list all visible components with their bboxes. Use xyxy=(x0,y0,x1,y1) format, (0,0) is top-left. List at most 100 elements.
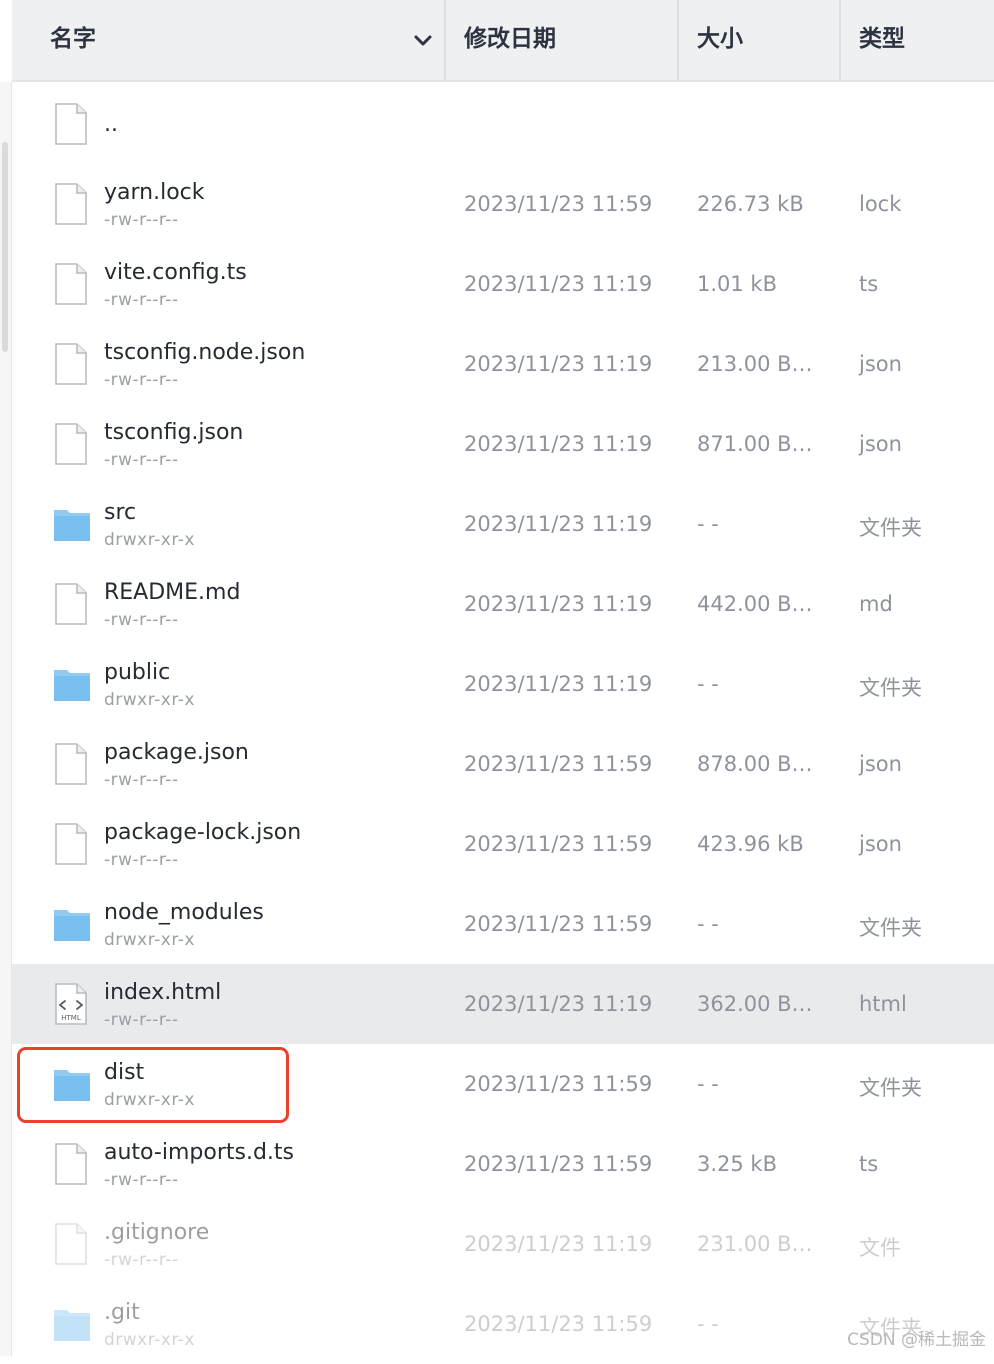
file-size: 878.00 B… xyxy=(697,752,813,776)
file-icon xyxy=(53,1142,89,1186)
file-modified-date: 2023/11/23 11:19 xyxy=(464,512,653,536)
file-modified-date: 2023/11/23 11:59 xyxy=(464,752,653,776)
column-header-date[interactable]: 修改日期 xyxy=(446,0,679,80)
file-name: .. xyxy=(104,112,118,137)
file-size: - - xyxy=(697,912,719,936)
file-type: json xyxy=(859,352,902,376)
column-header-size[interactable]: 大小 xyxy=(679,0,841,80)
file-name: package.json xyxy=(104,740,249,765)
file-row[interactable]: package.json -rw-r--r-- 2023/11/23 11:59 87… xyxy=(12,724,994,804)
file-row[interactable]: tsconfig.node.json -rw-r--r-- 2023/11/23 1… xyxy=(12,324,994,404)
file-modified-date: 2023/11/23 11:59 xyxy=(464,192,653,216)
file-name: src xyxy=(104,500,137,525)
file-type: ts xyxy=(859,1152,879,1176)
file-icon xyxy=(53,342,89,386)
file-row[interactable]: vite.config.ts -rw-r--r-- 2023/11/23 11:19… xyxy=(12,244,994,324)
file-row[interactable]: HTML index.html -rw-r--r-- 2023/11/23 11:19… xyxy=(12,964,994,1044)
watermark: CSDN @稀土掘金 xyxy=(847,1330,986,1350)
file-name: .git xyxy=(104,1300,140,1325)
column-header-type[interactable]: 类型 xyxy=(841,0,994,80)
column-header-name[interactable]: 名字 xyxy=(50,0,446,80)
file-row[interactable]: README.md -rw-r--r-- 2023/11/23 11:19 442.0… xyxy=(12,564,994,644)
file-modified-date: 2023/11/23 11:59 xyxy=(464,1152,653,1176)
file-permissions: -rw-r--r-- xyxy=(104,290,179,310)
file-type: json xyxy=(859,432,902,456)
html-icon-label: HTML xyxy=(61,1014,81,1022)
file-name: index.html xyxy=(104,980,222,1005)
scrollbar-thumb[interactable] xyxy=(2,142,8,352)
file-size: 423.96 kB xyxy=(697,832,804,856)
file-modified-date: 2023/11/23 11:19 xyxy=(464,672,653,696)
file-type: json xyxy=(859,832,902,856)
file-icon xyxy=(53,182,89,226)
file-permissions: drwxr-xr-x xyxy=(104,530,195,550)
folder-icon xyxy=(53,664,90,708)
file-permissions: -rw-r--r-- xyxy=(104,1250,179,1270)
html-file-icon: HTML xyxy=(53,982,89,1026)
file-row[interactable]: package-lock.json -rw-r--r-- 2023/11/23 11… xyxy=(12,804,994,884)
file-modified-date: 2023/11/23 11:19 xyxy=(464,272,653,296)
file-name: tsconfig.node.json xyxy=(104,340,306,365)
file-type: 文件夹 xyxy=(859,1076,922,1100)
file-icon xyxy=(53,822,89,866)
file-permissions: -rw-r--r-- xyxy=(104,610,179,630)
file-row[interactable]: yarn.lock -rw-r--r-- 2023/11/23 11:59 226.7… xyxy=(12,164,994,244)
file-icon xyxy=(53,262,89,306)
file-icon xyxy=(53,742,89,786)
file-permissions: drwxr-xr-x xyxy=(104,690,195,710)
file-icon xyxy=(53,422,89,466)
file-icon xyxy=(53,582,89,626)
scrollbar-track[interactable] xyxy=(0,82,12,1356)
file-row[interactable]: .git drwxr-xr-x 2023/11/23 11:59- - 文件夹 xyxy=(12,1284,994,1364)
file-row[interactable]: node_modules drwxr-xr-x 2023/11/23 11:59 - … xyxy=(12,884,994,964)
file-type: 文件夹 xyxy=(859,916,922,940)
file-row[interactable]: src drwxr-xr-x 2023/11/23 11:19 - - 文件夹 xyxy=(12,484,994,564)
file-type: md xyxy=(859,592,893,616)
file-name: node_modules xyxy=(104,900,264,925)
file-type: ts xyxy=(859,272,879,296)
file-type: 文件 xyxy=(859,1236,901,1260)
file-permissions: -rw-r--r-- xyxy=(104,770,179,790)
file-type: 文件夹 xyxy=(859,516,922,540)
file-size: - - xyxy=(697,672,719,696)
file-icon xyxy=(53,1222,89,1266)
file-size: 231.00 B… xyxy=(697,1232,813,1256)
file-name: auto-imports.d.ts xyxy=(104,1140,294,1165)
file-row[interactable]: .. xyxy=(12,84,994,164)
file-modified-date: 2023/11/23 11:19 xyxy=(464,1232,653,1256)
file-modified-date: 2023/11/23 11:59 xyxy=(464,1072,653,1096)
file-modified-date: 2023/11/23 11:19 xyxy=(464,352,653,376)
file-type: lock xyxy=(859,192,902,216)
file-modified-date: 2023/11/23 11:19 xyxy=(464,592,653,616)
folder-icon xyxy=(53,1304,90,1348)
file-modified-date: 2023/11/23 11:59 xyxy=(464,1312,653,1336)
file-permissions: -rw-r--r-- xyxy=(104,850,179,870)
file-modified-date: 2023/11/23 11:59 xyxy=(464,912,653,936)
file-name: README.md xyxy=(104,580,241,605)
file-name: vite.config.ts xyxy=(104,260,247,285)
file-name: package-lock.json xyxy=(104,820,302,845)
file-row[interactable]: public drwxr-xr-x 2023/11/23 11:19 - - 文件夹 xyxy=(12,644,994,724)
file-type: json xyxy=(859,752,902,776)
file-size: - - xyxy=(697,1312,719,1336)
file-permissions: -rw-r--r-- xyxy=(104,1010,179,1030)
file-size: - - xyxy=(697,512,719,536)
file-size: 213.00 B… xyxy=(697,352,813,376)
chevron-down-icon[interactable] xyxy=(412,30,434,52)
file-type: 文件夹 xyxy=(859,676,922,700)
file-size: 871.00 B… xyxy=(697,432,813,456)
annotation-highlight-box xyxy=(17,1047,289,1123)
file-row[interactable]: .gitignore -rw-r--r-- 2023/11/23 11:19 231.… xyxy=(12,1204,994,1284)
file-permissions: drwxr-xr-x xyxy=(104,930,195,950)
file-name: tsconfig.json xyxy=(104,420,244,445)
folder-icon xyxy=(53,904,90,948)
file-row[interactable]: auto-imports.d.ts -rw-r--r-- 2023/11/23 11… xyxy=(12,1124,994,1204)
file-modified-date: 2023/11/23 11:19 xyxy=(464,992,653,1016)
file-modified-date: 2023/11/23 11:59 xyxy=(464,832,653,856)
file-name: public xyxy=(104,660,171,685)
file-size: 226.73 kB xyxy=(697,192,804,216)
file-icon xyxy=(53,102,89,146)
file-row[interactable]: tsconfig.json -rw-r--r-- 2023/11/23 11:19 8… xyxy=(12,404,994,484)
file-permissions: -rw-r--r-- xyxy=(104,450,179,470)
file-type: html xyxy=(859,992,907,1016)
